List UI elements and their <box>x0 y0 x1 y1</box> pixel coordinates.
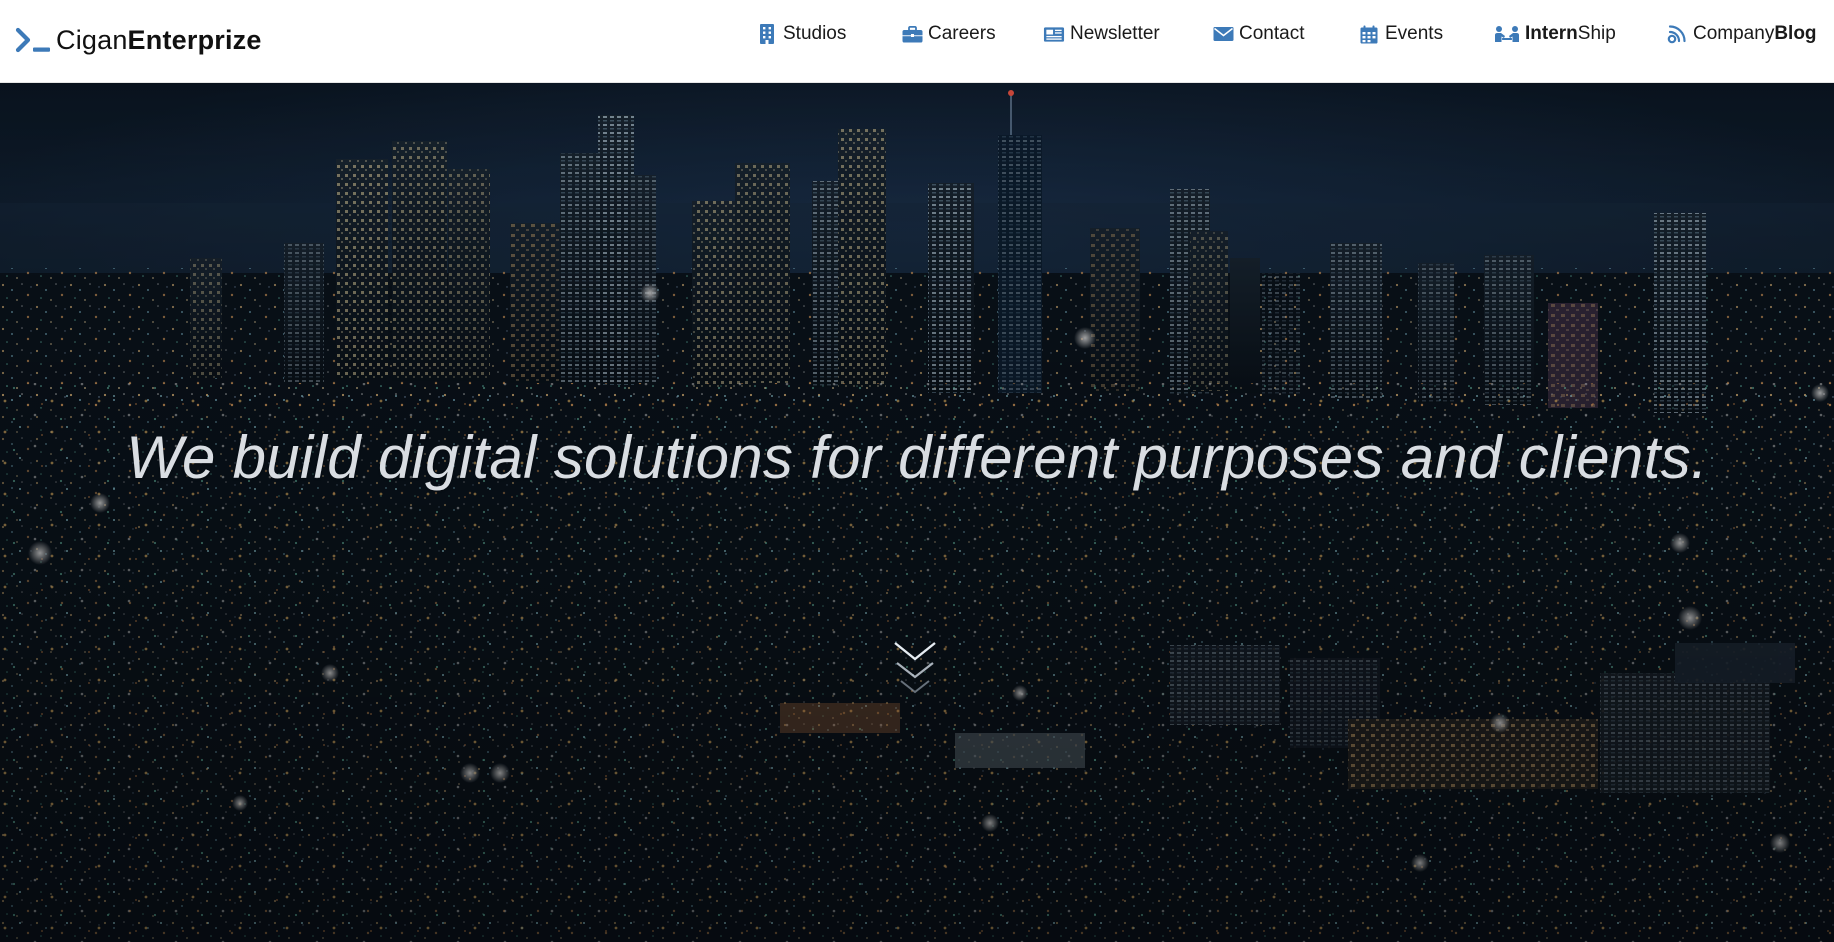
chevrons-down-icon[interactable] <box>893 641 937 703</box>
nav-contact[interactable]: Contact <box>1212 20 1304 48</box>
nav-label-rest: Company <box>1693 23 1775 44</box>
brand-name-light: Cigan <box>56 24 128 55</box>
site-header: CiganEnterprize Studios Careers Newslett… <box>0 0 1834 83</box>
nav-events[interactable]: Events <box>1358 20 1443 48</box>
nav-label-strong: Blog <box>1774 23 1817 44</box>
nav-internship[interactable]: InternShip <box>1494 20 1616 48</box>
brand-name-bold: Enterprize <box>127 24 262 55</box>
nav-studios[interactable]: Studios <box>756 20 846 48</box>
building-icon <box>756 23 778 45</box>
calendar-icon <box>1358 23 1380 45</box>
nav-label: Events <box>1385 23 1444 44</box>
nav-label: Careers <box>928 23 996 44</box>
nav-label: Contact <box>1239 23 1305 44</box>
nav-label: Studios <box>783 23 847 44</box>
envelope-icon <box>1212 23 1234 45</box>
nav-newsletter[interactable]: Newsletter <box>1043 20 1160 48</box>
nav-careers[interactable]: Careers <box>901 20 996 48</box>
nav-label-strong: Intern <box>1525 23 1578 44</box>
terminal-prompt-icon <box>14 25 54 55</box>
briefcase-icon <box>901 23 923 45</box>
brand-logo-link[interactable]: CiganEnterprize <box>14 22 262 58</box>
hero-headline: We build digital solutions for different… <box>126 424 1708 491</box>
nav-company-blog[interactable]: CompanyBlog <box>1666 20 1817 48</box>
nav-label: InternShip <box>1525 23 1616 45</box>
rss-blog-icon <box>1666 23 1688 45</box>
nav-label: CompanyBlog <box>1693 23 1817 45</box>
hero-dark-overlay <box>0 83 1834 942</box>
brand-name: CiganEnterprize <box>56 24 262 55</box>
hero-section: We build digital solutions for different… <box>0 83 1834 942</box>
people-meeting-icon <box>1494 23 1520 45</box>
nav-label-rest: Ship <box>1577 23 1616 44</box>
nav-label: Newsletter <box>1070 23 1160 44</box>
newspaper-icon <box>1043 23 1065 45</box>
